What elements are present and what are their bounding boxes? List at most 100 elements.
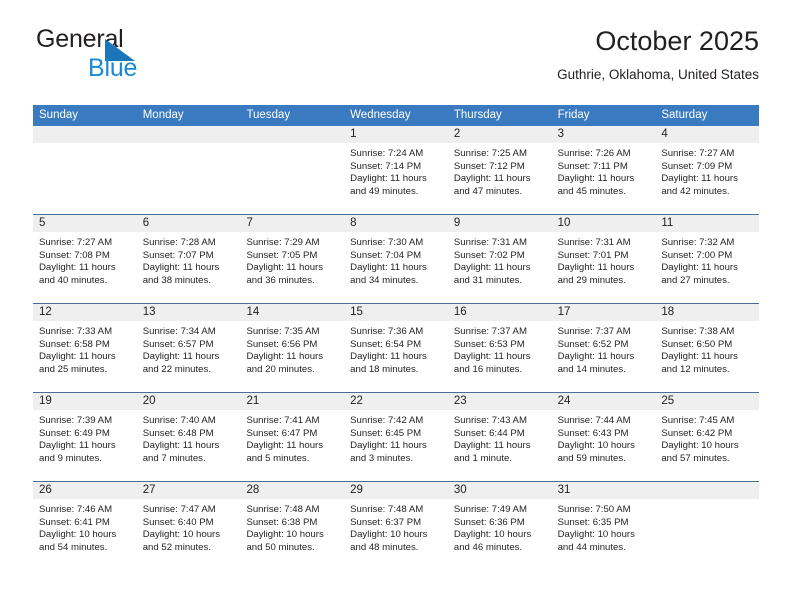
sunrise-text: Sunrise: 7:37 AM	[557, 326, 631, 337]
sunset-text: Sunset: 7:09 PM	[661, 160, 733, 172]
daylight-text: Daylight: 11 hours and 20 minutes.	[246, 351, 324, 375]
day-sun-info: Sunrise: 7:25 AM Sunset: 7:12 PM Daylight:…	[448, 143, 552, 198]
day-sun-info: Sunrise: 7:36 AM Sunset: 6:54 PM Daylight:…	[344, 321, 448, 376]
calendar-day-cell[interactable]: 20 Sunrise: 7:40 AM Sunset: 6:48 PM Dayligh…	[136, 393, 241, 481]
sunset-text: Sunset: 6:38 PM	[246, 516, 318, 528]
calendar-day-cell[interactable]: 4 Sunrise: 7:27 AM Sunset: 7:09 PM Daylight…	[655, 126, 760, 214]
daylight-text: Daylight: 11 hours and 49 minutes.	[350, 173, 427, 197]
sunrise-text: Sunrise: 7:46 AM	[39, 504, 113, 515]
day-number	[240, 126, 345, 143]
page-header: General Blue October 2025 Guthrie, Oklah…	[33, 24, 759, 96]
sunrise-text: Sunrise: 7:27 AM	[39, 237, 113, 248]
day-sun-info: Sunrise: 7:31 AM Sunset: 7:01 PM Daylight:…	[552, 232, 656, 287]
day-number: 3	[551, 126, 656, 143]
day-sun-info: Sunrise: 7:47 AM Sunset: 6:40 PM Daylight:…	[137, 499, 241, 554]
day-number: 16	[447, 304, 552, 321]
day-sun-info: Sunrise: 7:37 AM Sunset: 6:52 PM Daylight:…	[552, 321, 656, 376]
daylight-text: Daylight: 11 hours and 36 minutes.	[246, 262, 324, 286]
weekday-header-thursday: Thursday	[453, 109, 502, 121]
calendar-day-cell[interactable]: 1 Sunrise: 7:24 AM Sunset: 7:14 PM Daylight…	[344, 126, 448, 214]
weekday-header-monday: Monday	[142, 109, 184, 121]
day-sun-info: Sunrise: 7:50 AM Sunset: 6:35 PM Daylight:…	[552, 499, 656, 554]
calendar-day-cell[interactable]: 8 Sunrise: 7:30 AM Sunset: 7:04 PM Daylight…	[344, 215, 448, 303]
sunrise-text: Sunrise: 7:24 AM	[350, 148, 424, 159]
calendar-day-cell[interactable]: 3 Sunrise: 7:26 AM Sunset: 7:11 PM Daylight…	[551, 126, 656, 214]
calendar-week-row: 19 Sunrise: 7:39 AM Sunset: 6:49 PM Dayligh…	[33, 392, 760, 481]
calendar-day-cell[interactable]: 9 Sunrise: 7:31 AM Sunset: 7:02 PM Daylight…	[447, 215, 552, 303]
sunset-text: Sunset: 6:37 PM	[350, 516, 422, 528]
calendar-day-cell[interactable]: 17 Sunrise: 7:37 AM Sunset: 6:52 PM Dayligh…	[551, 304, 656, 392]
calendar-day-cell[interactable]: 30 Sunrise: 7:49 AM Sunset: 6:36 PM Dayligh…	[447, 482, 552, 570]
title-block: October 2025 Guthrie, Oklahoma, United S…	[557, 24, 759, 83]
sunrise-text: Sunrise: 7:26 AM	[557, 148, 631, 159]
calendar-day-cell[interactable]: 23 Sunrise: 7:43 AM Sunset: 6:44 PM Dayligh…	[447, 393, 552, 481]
calendar-day-cell[interactable]: 25 Sunrise: 7:45 AM Sunset: 6:42 PM Dayligh…	[655, 393, 760, 481]
calendar-day-cell[interactable]: 16 Sunrise: 7:37 AM Sunset: 6:53 PM Dayligh…	[447, 304, 552, 392]
day-sun-info: Sunrise: 7:37 AM Sunset: 6:53 PM Daylight:…	[448, 321, 552, 376]
day-sun-info: Sunrise: 7:30 AM Sunset: 7:04 PM Daylight:…	[344, 232, 448, 287]
sunrise-text: Sunrise: 7:39 AM	[39, 415, 113, 426]
calendar-day-cell[interactable]: 12 Sunrise: 7:33 AM Sunset: 6:58 PM Dayligh…	[33, 304, 137, 392]
calendar-day-cell[interactable]: 11 Sunrise: 7:32 AM Sunset: 7:00 PM Dayligh…	[655, 215, 760, 303]
day-number	[655, 482, 760, 499]
sunset-text: Sunset: 7:14 PM	[350, 160, 422, 172]
calendar-day-cell[interactable]: 26 Sunrise: 7:46 AM Sunset: 6:41 PM Dayligh…	[33, 482, 137, 570]
calendar-day-cell[interactable]: 21 Sunrise: 7:41 AM Sunset: 6:47 PM Dayligh…	[240, 393, 345, 481]
calendar-day-cell[interactable]: 19 Sunrise: 7:39 AM Sunset: 6:49 PM Dayligh…	[33, 393, 137, 481]
sunset-text: Sunset: 6:52 PM	[557, 338, 629, 350]
sunrise-text: Sunrise: 7:29 AM	[246, 237, 320, 248]
day-sun-info: Sunrise: 7:48 AM Sunset: 6:38 PM Daylight:…	[240, 499, 344, 554]
daylight-text: Daylight: 11 hours and 25 minutes.	[39, 351, 116, 375]
calendar-day-cell[interactable]: 27 Sunrise: 7:47 AM Sunset: 6:40 PM Dayligh…	[136, 482, 241, 570]
weekday-header-row: Sunday Monday Tuesday Wednesday Thursday Frid…	[33, 105, 759, 126]
sunrise-text: Sunrise: 7:35 AM	[246, 326, 320, 337]
day-sun-info: Sunrise: 7:45 AM Sunset: 6:42 PM Daylight:…	[655, 410, 759, 465]
calendar-day-cell[interactable]: 13 Sunrise: 7:34 AM Sunset: 6:57 PM Dayligh…	[136, 304, 241, 392]
calendar-day-cell[interactable]: 6 Sunrise: 7:28 AM Sunset: 7:07 PM Daylight…	[136, 215, 241, 303]
calendar-day-cell[interactable]: 28 Sunrise: 7:48 AM Sunset: 6:38 PM Dayligh…	[240, 482, 345, 570]
sunrise-text: Sunrise: 7:33 AM	[39, 326, 113, 337]
sunrise-text: Sunrise: 7:45 AM	[661, 415, 735, 426]
day-number: 18	[655, 304, 760, 321]
day-sun-info: Sunrise: 7:24 AM Sunset: 7:14 PM Daylight:…	[344, 143, 448, 198]
calendar-day-cell[interactable]: 5 Sunrise: 7:27 AM Sunset: 7:08 PM Daylight…	[33, 215, 137, 303]
weekday-header-saturday: Saturday	[661, 109, 708, 121]
calendar-day-cell[interactable]: 7 Sunrise: 7:29 AM Sunset: 7:05 PM Daylight…	[240, 215, 345, 303]
day-sun-info: Sunrise: 7:29 AM Sunset: 7:05 PM Daylight:…	[240, 232, 344, 287]
sunrise-text: Sunrise: 7:50 AM	[557, 504, 631, 515]
sunrise-text: Sunrise: 7:44 AM	[557, 415, 631, 426]
calendar-day-cell[interactable]: 24 Sunrise: 7:44 AM Sunset: 6:43 PM Dayligh…	[551, 393, 656, 481]
day-number: 2	[447, 126, 552, 143]
sunset-text: Sunset: 6:54 PM	[350, 338, 422, 350]
generalblue-logo[interactable]: General Blue	[33, 24, 263, 90]
day-sun-info: Sunrise: 7:26 AM Sunset: 7:11 PM Daylight:…	[552, 143, 656, 198]
calendar-day-cell[interactable]: 15 Sunrise: 7:36 AM Sunset: 6:54 PM Dayligh…	[344, 304, 448, 392]
sunset-text: Sunset: 6:50 PM	[661, 338, 733, 350]
calendar-day-cell-empty	[655, 482, 760, 570]
calendar-day-cell[interactable]: 29 Sunrise: 7:48 AM Sunset: 6:37 PM Dayligh…	[344, 482, 448, 570]
weekday-header-wednesday: Wednesday	[350, 109, 411, 121]
daylight-text: Daylight: 10 hours and 44 minutes.	[557, 529, 635, 553]
day-sun-info: Sunrise: 7:39 AM Sunset: 6:49 PM Daylight:…	[33, 410, 137, 465]
day-number: 31	[551, 482, 656, 499]
calendar-day-cell[interactable]: 22 Sunrise: 7:42 AM Sunset: 6:45 PM Dayligh…	[344, 393, 448, 481]
day-number: 5	[33, 215, 137, 232]
day-number: 29	[344, 482, 448, 499]
calendar-day-cell[interactable]: 14 Sunrise: 7:35 AM Sunset: 6:56 PM Dayligh…	[240, 304, 345, 392]
daylight-text: Daylight: 11 hours and 42 minutes.	[661, 173, 738, 197]
sunset-text: Sunset: 7:08 PM	[39, 249, 110, 261]
calendar-day-cell[interactable]: 31 Sunrise: 7:50 AM Sunset: 6:35 PM Dayligh…	[551, 482, 656, 570]
calendar-day-cell[interactable]: 2 Sunrise: 7:25 AM Sunset: 7:12 PM Daylight…	[447, 126, 552, 214]
sunrise-text: Sunrise: 7:32 AM	[661, 237, 735, 248]
day-sun-info: Sunrise: 7:32 AM Sunset: 7:00 PM Daylight:…	[655, 232, 759, 287]
daylight-text: Daylight: 11 hours and 7 minutes.	[142, 440, 220, 464]
calendar-week-row: 12 Sunrise: 7:33 AM Sunset: 6:58 PM Dayligh…	[33, 303, 760, 392]
sunset-text: Sunset: 6:40 PM	[142, 516, 214, 528]
daylight-text: Daylight: 11 hours and 3 minutes.	[350, 440, 427, 464]
day-sun-info: Sunrise: 7:49 AM Sunset: 6:36 PM Daylight:…	[448, 499, 552, 554]
daylight-text: Daylight: 10 hours and 57 minutes.	[661, 440, 739, 464]
sunset-text: Sunset: 6:56 PM	[246, 338, 318, 350]
calendar-day-cell[interactable]: 10 Sunrise: 7:31 AM Sunset: 7:01 PM Dayligh…	[551, 215, 656, 303]
calendar-day-cell[interactable]: 18 Sunrise: 7:38 AM Sunset: 6:50 PM Dayligh…	[655, 304, 760, 392]
sunrise-text: Sunrise: 7:48 AM	[246, 504, 320, 515]
